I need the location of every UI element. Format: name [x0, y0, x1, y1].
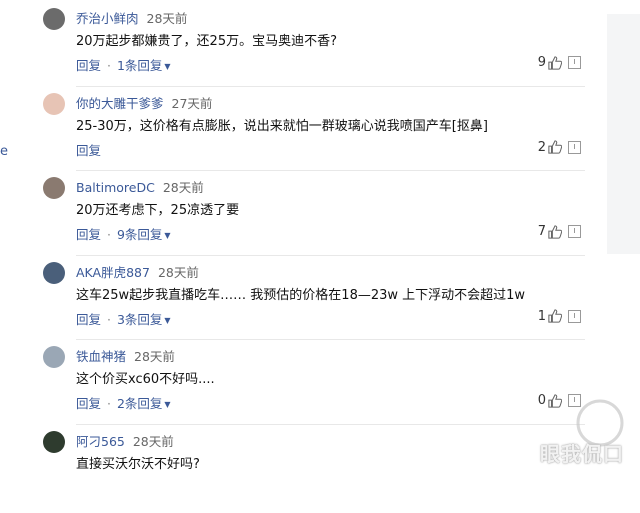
reply-button[interactable]: 回复 [76, 58, 101, 73]
timestamp: 27天前 [172, 96, 213, 111]
author-name[interactable]: 阿刁565 [76, 434, 125, 449]
like-count: 9 [538, 55, 546, 70]
avatar[interactable] [43, 346, 65, 368]
like-count: 0 [538, 393, 546, 408]
thumbs-up-icon [548, 309, 562, 323]
comment-text: 20万起步都嫌贵了，还25万。宝马奥迪不香? [76, 30, 337, 49]
comment-text: 这车25w起步我直播吃车…… 我预估的价格在18—23w 上下浮动不会超过1w [76, 284, 525, 303]
comment-list: 乔治小鲜肉 28天前 20万起步都嫌贵了，还25万。宝马奥迪不香? 回复 · 1… [40, 0, 585, 513]
avatar[interactable] [43, 262, 65, 284]
author-name[interactable]: 乔治小鲜肉 [76, 11, 139, 26]
report-icon[interactable] [568, 310, 581, 323]
separator-dot: · [107, 312, 111, 327]
view-replies-button[interactable]: 1条回复▼ [117, 58, 171, 73]
comment-item: 你的大雕干爹爹 27天前 25-30万，这价格有点膨胀，说出来就怕一群玻璃心说我… [40, 91, 585, 176]
like-button[interactable]: 0 [538, 393, 562, 408]
like-button[interactable]: 2 [538, 140, 562, 155]
avatar[interactable] [43, 431, 65, 453]
divider [76, 86, 585, 87]
avatar[interactable] [43, 177, 65, 199]
divider [76, 424, 585, 425]
avatar[interactable] [43, 93, 65, 115]
comment-item: AKA胖虎887 28天前 这车25w起步我直播吃车…… 我预估的价格在18—2… [40, 260, 585, 345]
reply-button[interactable]: 回复 [76, 312, 101, 327]
comment-item: 阿刁565 28天前 直接买沃尔沃不好吗? [40, 429, 585, 513]
author-name[interactable]: 你的大雕干爹爹 [76, 96, 164, 111]
report-icon[interactable] [568, 56, 581, 69]
like-count: 7 [538, 224, 546, 239]
avatar[interactable] [43, 8, 65, 30]
like-button[interactable]: 7 [538, 224, 562, 239]
like-button[interactable]: 1 [538, 309, 562, 324]
reply-button[interactable]: 回复 [76, 143, 101, 158]
author-name[interactable]: AKA胖虎887 [76, 265, 150, 280]
thumbs-up-icon [548, 225, 562, 239]
author-name[interactable]: BaltimoreDC [76, 180, 155, 195]
comment-text: 20万还考虑下，25凉透了要 [76, 199, 239, 218]
timestamp: 28天前 [163, 180, 204, 195]
view-replies-button[interactable]: 9条回复▼ [117, 227, 171, 242]
comment-item: 乔治小鲜肉 28天前 20万起步都嫌贵了，还25万。宝马奥迪不香? 回复 · 1… [40, 6, 585, 91]
timestamp: 28天前 [134, 349, 175, 364]
comment-item: BaltimoreDC 28天前 20万还考虑下，25凉透了要 回复 · 9条回… [40, 175, 585, 260]
thumbs-up-icon [548, 140, 562, 154]
chevron-down-icon: ▼ [164, 62, 170, 71]
like-count: 1 [538, 309, 546, 324]
like-count: 2 [538, 140, 546, 155]
reply-button[interactable]: 回复 [76, 227, 101, 242]
comment-text: 25-30万，这价格有点膨胀，说出来就怕一群玻璃心说我喷国产车[抠鼻] [76, 115, 488, 134]
timestamp: 28天前 [158, 265, 199, 280]
chevron-down-icon: ▼ [164, 231, 170, 240]
divider [76, 255, 585, 256]
view-replies-button[interactable]: 2条回复▼ [117, 396, 171, 411]
comment-text: 这个价买xc60不好吗.... [76, 368, 215, 387]
chevron-down-icon: ▼ [164, 400, 170, 409]
chevron-down-icon: ▼ [164, 316, 170, 325]
comment-item: 铁血神猪 28天前 这个价买xc60不好吗.... 回复 · 2条回复▼ 0 [40, 344, 585, 429]
cut-off-text: e [0, 144, 8, 159]
separator-dot: · [107, 227, 111, 242]
timestamp: 28天前 [147, 11, 188, 26]
report-icon[interactable] [568, 225, 581, 238]
thumbs-up-icon [548, 394, 562, 408]
thumbs-up-icon [548, 56, 562, 70]
view-replies-button[interactable]: 3条回复▼ [117, 312, 171, 327]
separator-dot: · [107, 396, 111, 411]
like-button[interactable]: 9 [538, 55, 562, 70]
report-icon[interactable] [568, 141, 581, 154]
report-icon[interactable] [568, 394, 581, 407]
sidebar-panel [607, 14, 640, 254]
timestamp: 28天前 [133, 434, 174, 449]
divider [76, 339, 585, 340]
author-name[interactable]: 铁血神猪 [76, 349, 126, 364]
separator-dot: · [107, 58, 111, 73]
reply-button[interactable]: 回复 [76, 396, 101, 411]
divider [76, 170, 585, 171]
